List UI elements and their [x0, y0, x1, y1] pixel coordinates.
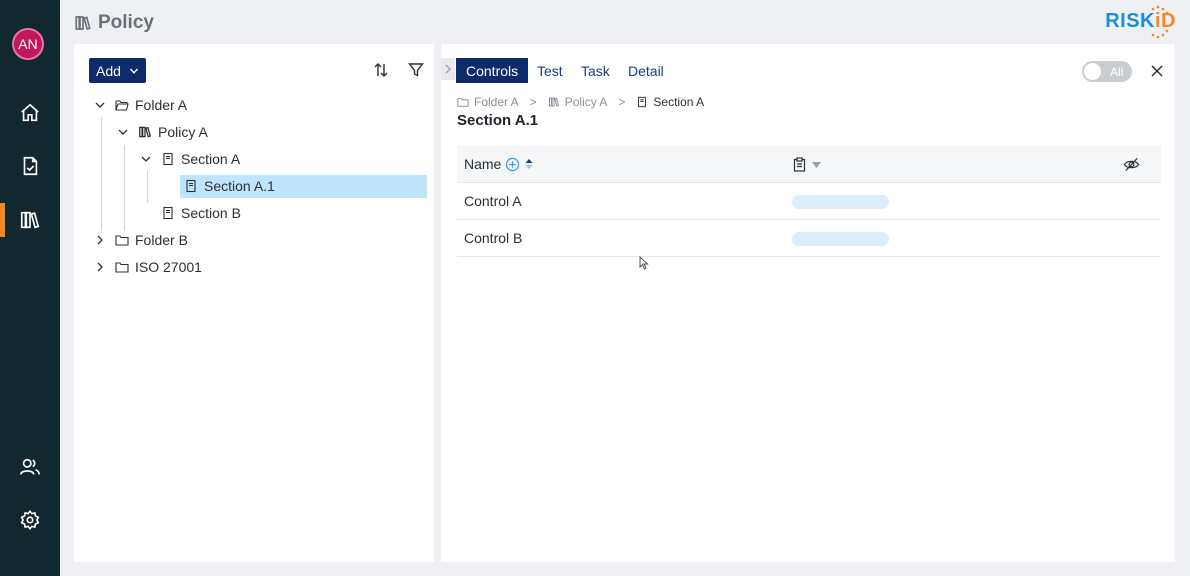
chevron-down-icon[interactable]: [93, 100, 107, 110]
collapse-panel-button[interactable]: [441, 58, 455, 80]
tree-item-section-a1[interactable]: Section A.1: [184, 174, 275, 198]
library-icon: [75, 16, 91, 31]
eye-off-icon: [1123, 157, 1140, 172]
folder-icon: [115, 233, 129, 247]
checklist-icon: [23, 156, 38, 176]
folder-icon: [457, 98, 469, 107]
filter-button[interactable]: [406, 60, 426, 80]
chevron-down-icon[interactable]: [116, 127, 130, 137]
nav-checklist[interactable]: [0, 146, 60, 186]
tree-panel: Add Folder A Policy A Section A Section …: [74, 44, 434, 562]
library-icon: [138, 125, 152, 139]
tree-item-folder-b[interactable]: Folder B: [93, 228, 188, 252]
column-header-clipboard[interactable]: [793, 157, 821, 172]
library-icon: [20, 211, 40, 229]
gear-icon: [20, 509, 40, 531]
breadcrumb: Folder A > Policy A > Section A: [457, 95, 704, 109]
tab-controls[interactable]: Controls: [456, 58, 529, 83]
nav-library[interactable]: [0, 200, 60, 240]
avatar-initials: AN: [18, 36, 38, 52]
document-icon: [184, 179, 198, 193]
breadcrumb-item[interactable]: Folder A: [474, 95, 519, 109]
chevron-right-icon: [445, 64, 451, 74]
document-icon: [638, 96, 647, 108]
hide-columns-button[interactable]: [1123, 156, 1140, 178]
nav-settings[interactable]: [0, 500, 60, 540]
logo-dots-icon: [1151, 5, 1169, 39]
users-icon: [20, 458, 40, 475]
sort-button[interactable]: [371, 60, 391, 80]
table-header: Name: [457, 146, 1161, 183]
folder-open-icon: [115, 98, 129, 112]
caret-down-icon: [812, 161, 821, 168]
control-name: Control B: [464, 230, 523, 246]
column-header-name[interactable]: Name: [464, 156, 534, 172]
close-icon: [1151, 65, 1163, 77]
close-button[interactable]: [1147, 61, 1167, 81]
tree-item-policy-a[interactable]: Policy A: [116, 120, 208, 144]
tree-item-section-b[interactable]: Section B: [161, 201, 241, 225]
folder-icon: [115, 260, 129, 274]
control-name: Control A: [464, 193, 522, 209]
tree-item-iso-27001[interactable]: ISO 27001: [93, 255, 202, 279]
tree-item-folder-a[interactable]: Folder A: [93, 93, 187, 117]
status-placeholder: [792, 232, 889, 246]
table-row[interactable]: Control A: [457, 183, 1161, 220]
library-icon: [548, 97, 559, 107]
breadcrumb-current: Section A: [653, 95, 705, 109]
page-title-text: Policy: [98, 12, 154, 33]
breadcrumb-separator: >: [529, 95, 537, 109]
chevron-down-icon[interactable]: [139, 154, 153, 164]
table-row[interactable]: Control B: [457, 220, 1161, 257]
avatar[interactable]: AN: [12, 28, 44, 60]
tree-guide: [147, 171, 148, 203]
tab-task[interactable]: Task: [571, 58, 620, 83]
clipboard-icon: [793, 157, 806, 172]
add-button[interactable]: Add: [89, 58, 146, 83]
sidebar: AN: [0, 0, 60, 576]
mouse-cursor-icon: [639, 256, 649, 270]
toggle-knob: [1084, 63, 1101, 80]
home-icon: [21, 103, 39, 122]
sort-icon: [374, 63, 388, 77]
tab-test[interactable]: Test: [527, 58, 573, 83]
status-placeholder: [792, 195, 889, 209]
nav-home[interactable]: [0, 93, 60, 133]
section-title: Section A.1: [457, 112, 539, 129]
filter-icon: [408, 63, 424, 77]
document-icon: [161, 206, 175, 220]
nav-users[interactable]: [0, 447, 60, 487]
tree-item-section-a[interactable]: Section A: [139, 147, 240, 171]
tree-guide: [101, 117, 102, 231]
detail-panel: Controls Test Task Detail All Folder A >…: [441, 44, 1175, 562]
chevron-right-icon[interactable]: [93, 262, 107, 272]
breadcrumb-separator: >: [618, 95, 626, 109]
tree-guide: [124, 145, 125, 231]
tab-detail[interactable]: Detail: [618, 58, 674, 83]
show-all-toggle[interactable]: All: [1082, 61, 1132, 82]
chevron-down-icon: [129, 68, 138, 74]
chevron-right-icon[interactable]: [93, 235, 107, 245]
breadcrumb-item[interactable]: Policy A: [565, 95, 608, 109]
sort-icon[interactable]: [524, 157, 534, 171]
document-icon: [161, 152, 175, 166]
add-circle-icon[interactable]: [505, 157, 520, 172]
page-title: Policy: [74, 12, 154, 34]
